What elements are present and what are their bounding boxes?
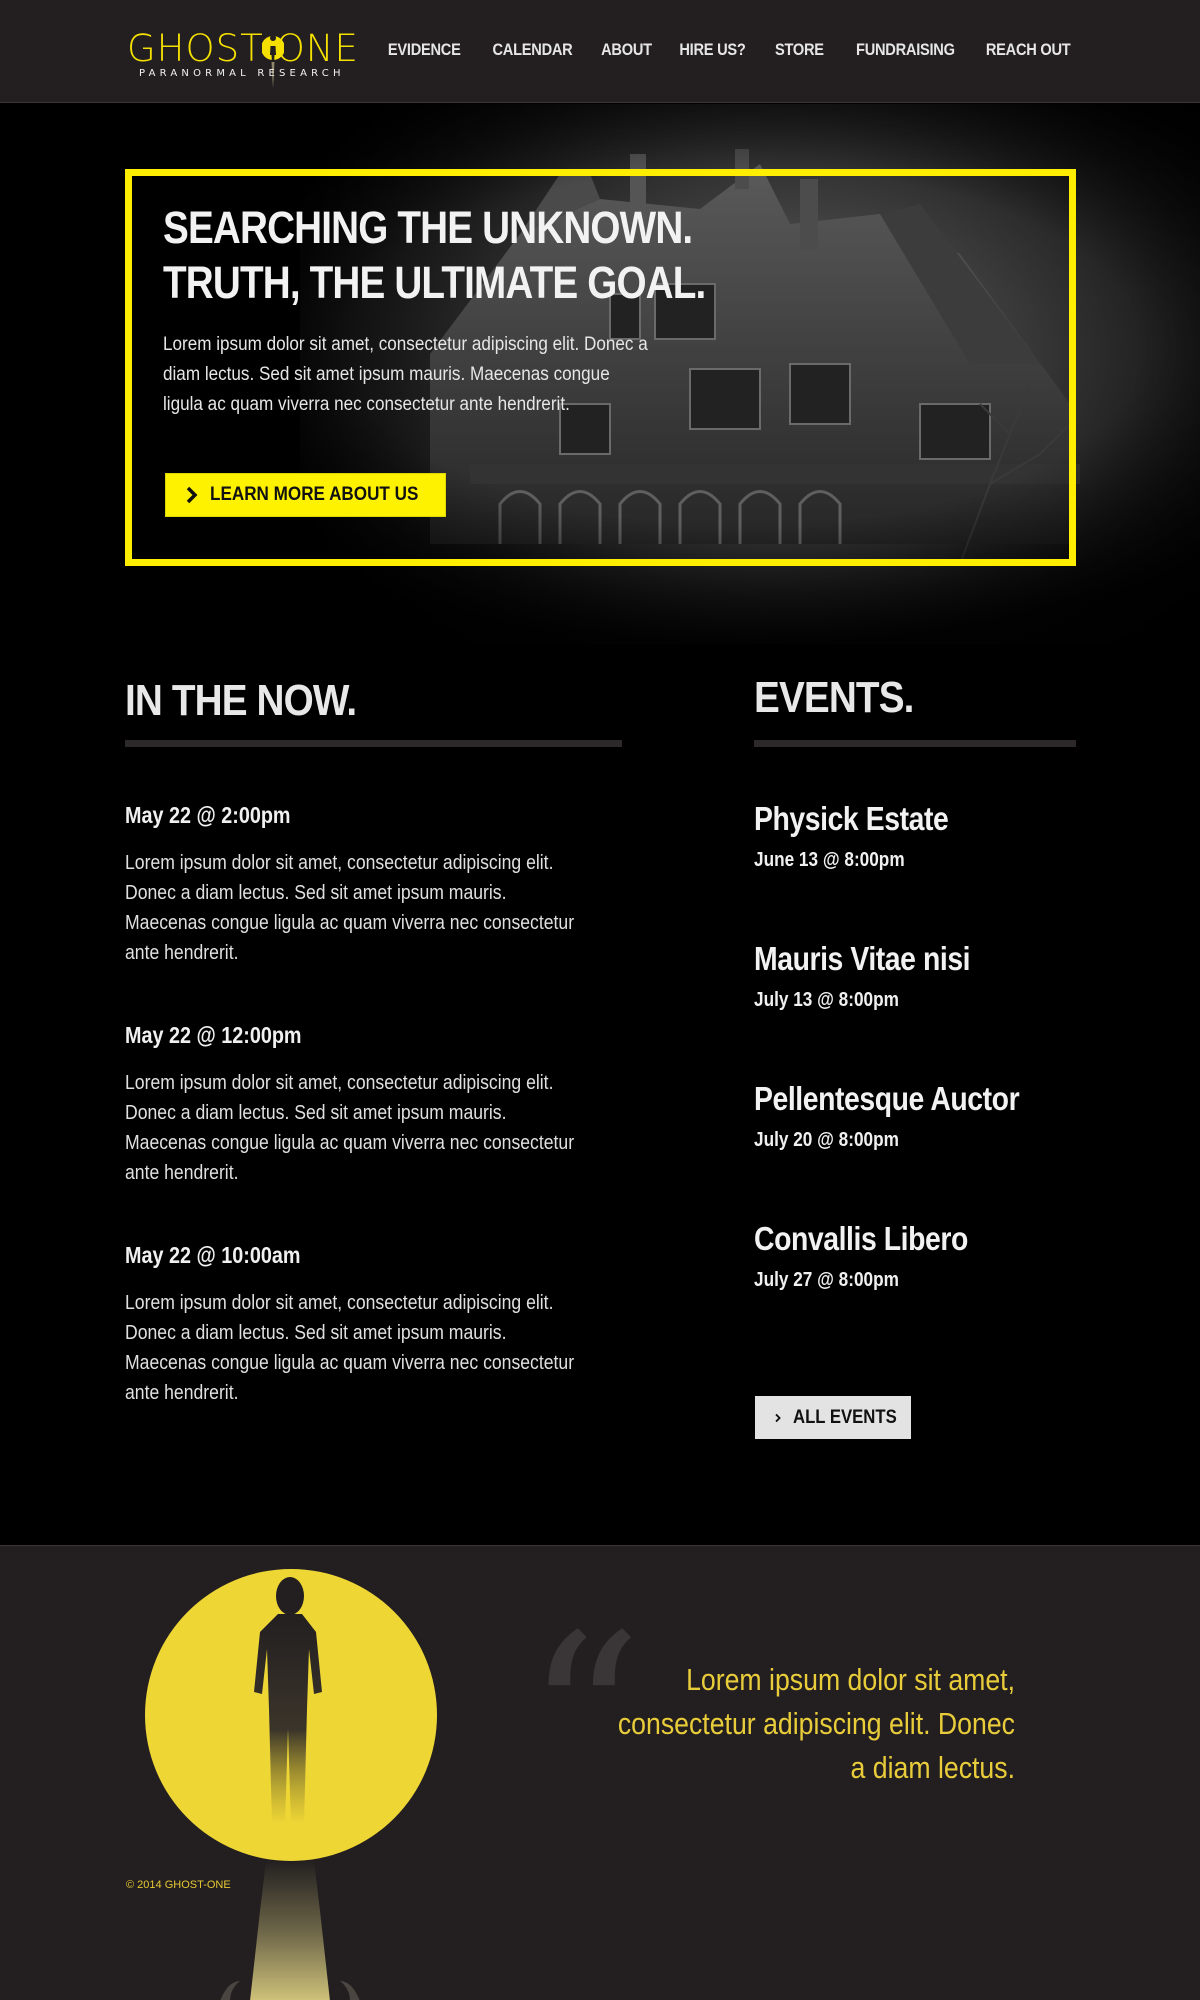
now-item-date: May 22 @ 2:00pm — [125, 802, 291, 828]
event-name[interactable]: Physick Estate — [754, 800, 949, 838]
site-header: GHOST-ONE PARANORMAL RESEARCH EVIDENCE C… — [0, 0, 1200, 103]
learn-more-button[interactable]: LEARN MORE ABOUT US — [165, 473, 446, 517]
event-name[interactable]: Mauris Vitae nisi — [754, 940, 971, 978]
nav-item-hire-us[interactable]: HIRE US? — [680, 40, 746, 60]
chevron-right-icon — [775, 1413, 781, 1422]
event-date: July 20 @ 8:00pm — [754, 1129, 899, 1151]
nav-item-store[interactable]: STORE — [775, 40, 824, 60]
all-events-button[interactable]: ALL EVENTS — [755, 1396, 911, 1439]
main-nav: EVIDENCE CALENDAR ABOUT HIRE US? STORE F… — [382, 40, 1077, 60]
event-date: June 13 @ 8:00pm — [754, 849, 905, 871]
nav-item-evidence[interactable]: EVIDENCE — [388, 40, 461, 60]
footer-quote: Lorem ipsum dolor sit amet, consectetur … — [617, 1662, 1015, 1785]
now-item-text: Lorem ipsum dolor sit amet, consectetur … — [125, 852, 575, 964]
all-events-button-label: ALL EVENTS — [793, 1406, 897, 1428]
chevron-right-icon — [186, 486, 198, 504]
now-item-text: Lorem ipsum dolor sit amet, consectetur … — [125, 1292, 575, 1404]
hero-description: Lorem ipsum dolor sit amet, consectetur … — [163, 334, 648, 415]
now-section-title: IN THE NOW. — [125, 676, 357, 725]
nav-item-calendar[interactable]: CALENDAR — [493, 40, 573, 60]
site-footer: © 2014 GHOST-ONE “ Lorem ipsum dolor sit… — [0, 1545, 1200, 2000]
logo-wordmark: GHOST-ONE — [127, 27, 359, 70]
event-name[interactable]: Convallis Libero — [754, 1220, 968, 1258]
nav-item-about[interactable]: ABOUT — [601, 40, 652, 60]
now-item-date: May 22 @ 10:00am — [125, 1242, 301, 1268]
logo-tagline: PARANORMAL RESEARCH — [139, 68, 345, 79]
learn-more-button-label: LEARN MORE ABOUT US — [210, 484, 419, 505]
events-section-divider — [754, 740, 1076, 747]
now-item-date: May 22 @ 12:00pm — [125, 1022, 302, 1048]
hero-headline-line-1: SEARCHING THE UNKNOWN. — [163, 202, 693, 253]
nav-item-reach-out[interactable]: REACH OUT — [986, 40, 1071, 60]
event-name[interactable]: Pellentesque Auctor — [754, 1080, 1020, 1118]
hero-headline-line-2: TRUTH, THE ULTIMATE GOAL. — [163, 257, 706, 308]
copyright-text: © 2014 GHOST-ONE — [126, 1879, 231, 1891]
now-section-divider — [125, 740, 622, 747]
event-date: July 13 @ 8:00pm — [754, 989, 899, 1011]
ghost-pin-icon — [262, 35, 284, 88]
hero-headline: SEARCHING THE UNKNOWN. TRUTH, THE ULTIMA… — [163, 200, 706, 310]
event-date: July 27 @ 8:00pm — [754, 1269, 899, 1291]
events-section-title: EVENTS. — [754, 673, 914, 722]
nav-item-fundraising[interactable]: FUNDRAISING — [856, 40, 955, 60]
now-item-text: Lorem ipsum dolor sit amet, consectetur … — [125, 1072, 575, 1184]
site-logo[interactable]: GHOST-ONE PARANORMAL RESEARCH — [127, 28, 358, 92]
